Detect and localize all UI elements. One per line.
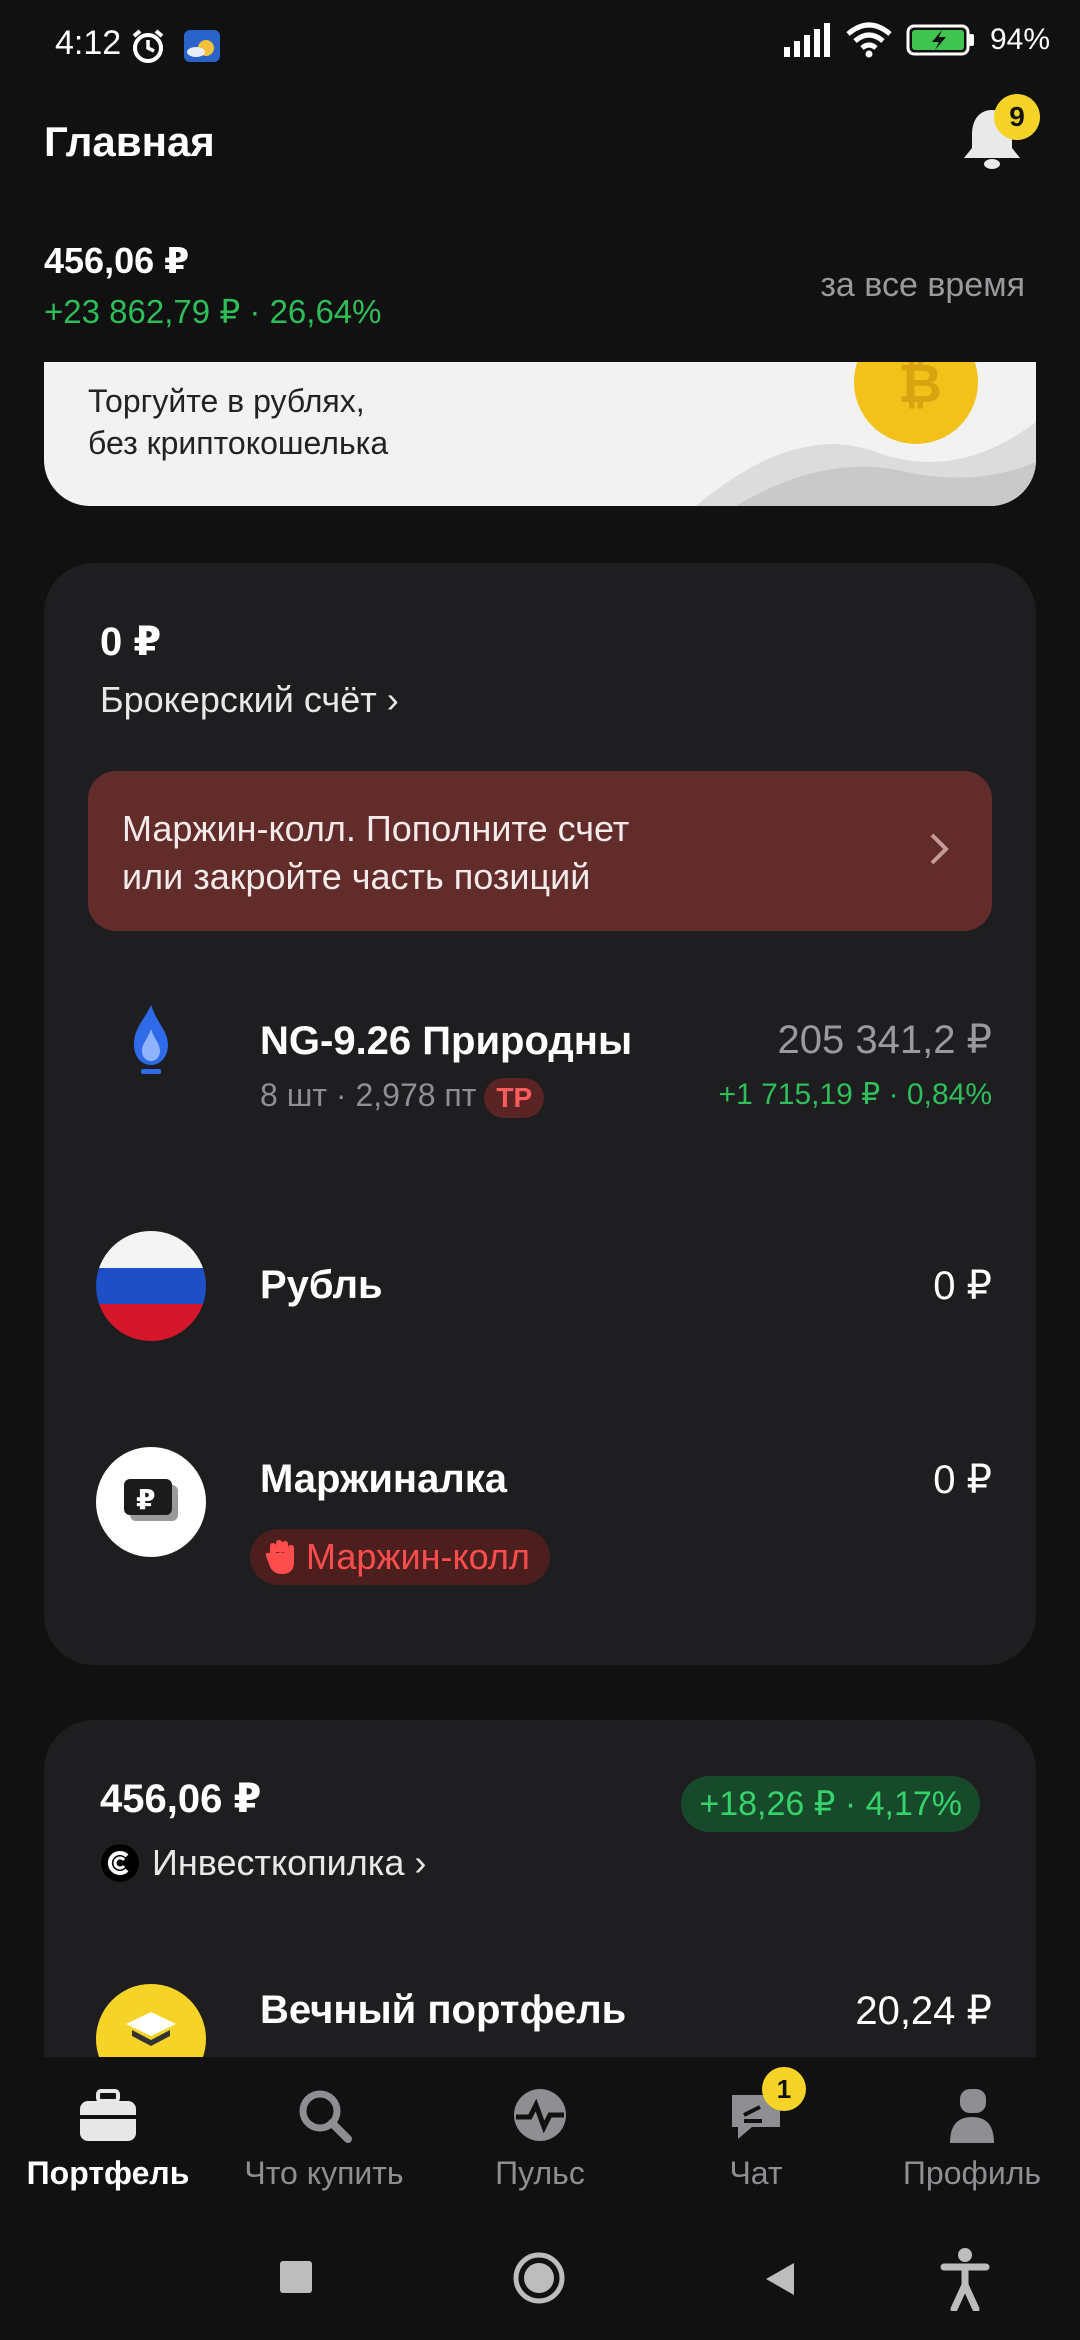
- investkopilka-link[interactable]: Инвесткопилка ›: [100, 1842, 426, 1884]
- ruble-card-icon: ₽: [96, 1447, 206, 1557]
- home-icon[interactable]: [512, 2251, 566, 2305]
- crypto-coin-illustration: ₿: [696, 362, 1036, 506]
- chevron-right-icon: [930, 833, 949, 865]
- chat-badge: 1: [762, 2067, 806, 2111]
- russia-flag-icon: [96, 1231, 206, 1341]
- broker-value: 0 ₽: [100, 620, 162, 664]
- banner-text: Торгуйте в рублях, без криптокошелька: [88, 383, 389, 461]
- signal-icon: [783, 23, 830, 57]
- position-name: Рубль: [260, 1263, 383, 1307]
- accessibility-icon[interactable]: [940, 2247, 990, 2311]
- position-sub: 8 шт · 2,978 пт TP: [260, 1077, 545, 1118]
- profile-icon: [950, 2089, 994, 2143]
- wifi-icon: [846, 22, 892, 58]
- invest-value: 456,06 ₽: [100, 1777, 262, 1821]
- status-left-icons: [128, 26, 222, 66]
- nav-pulse[interactable]: Пульс: [432, 2057, 648, 2217]
- position-change: +1 715,19 ₽ · 0,84%: [718, 1078, 992, 1111]
- invest-change-pill: +18,26 ₽ · 4,17%: [681, 1776, 980, 1832]
- gas-flame-icon: [96, 985, 206, 1095]
- margin-call-alert[interactable]: Маржин-колл. Пополните счет или закройте…: [88, 771, 992, 931]
- eternal-portfolio-value: 20,24 ₽: [855, 1989, 992, 2033]
- eternal-portfolio-name[interactable]: Вечный портфель: [260, 1988, 626, 2033]
- broker-account-card: 0 ₽ Брокерский счёт › Маржин-колл. Попол…: [44, 563, 1036, 1665]
- search-icon: [299, 2090, 352, 2143]
- nav-what-to-buy[interactable]: Что купить: [216, 2057, 432, 2217]
- position-value: 0 ₽: [933, 1264, 992, 1308]
- portfolio-total: 456,06 ₽: [44, 240, 190, 281]
- position-value: 0 ₽: [933, 1458, 992, 1502]
- period-selector[interactable]: за все время: [820, 266, 1025, 305]
- tp-tag: TP: [484, 1077, 545, 1118]
- svg-text:₽: ₽: [136, 1483, 155, 1516]
- status-time: 4:12: [55, 24, 122, 62]
- bottom-nav: Портфель Что купить Пульс 1 Чат Профиль: [0, 2057, 1080, 2217]
- investkopilka-card: 456,06 ₽ +18,26 ₽ · 4,17% Инвесткопилка …: [44, 1720, 1036, 2094]
- notifications-badge: 9: [994, 94, 1040, 140]
- nav-chat[interactable]: 1 Чат: [648, 2057, 864, 2217]
- broker-account-link[interactable]: Брокерский счёт ›: [100, 679, 399, 721]
- kopilka-logo-icon: [101, 1844, 139, 1882]
- weather-icon: [184, 30, 220, 62]
- battery-icon: [906, 24, 974, 56]
- notifications-button[interactable]: 9: [954, 94, 1040, 176]
- margin-call-badge: Маржин-колл: [250, 1529, 550, 1585]
- back-icon[interactable]: [760, 2259, 800, 2299]
- promo-banner[interactable]: Торгуйте в рублях, без криптокошелька ₿: [44, 362, 1036, 506]
- page-title: Главная: [44, 118, 215, 165]
- system-nav-bar: [0, 2217, 1080, 2340]
- pulse-icon: [514, 2089, 566, 2141]
- alarm-icon: [132, 29, 164, 63]
- battery-percent: 94%: [989, 23, 1050, 56]
- nav-portfolio[interactable]: Портфель: [0, 2057, 216, 2217]
- briefcase-icon: [80, 2089, 136, 2141]
- hand-stop-icon: [265, 1540, 294, 1574]
- recents-icon[interactable]: [278, 2259, 314, 2295]
- alert-text: Маржин-колл. Пополните счет или закройте…: [122, 808, 630, 897]
- nav-profile[interactable]: Профиль: [864, 2057, 1080, 2217]
- position-name: Маржиналка: [260, 1457, 507, 1501]
- position-value: 205 341,2 ₽: [777, 1018, 992, 1062]
- position-name: NG-9.26 Природны: [260, 1019, 633, 1063]
- svg-text:₿: ₿: [898, 362, 942, 415]
- status-right-icons: 94%: [782, 22, 1050, 58]
- portfolio-change: +23 862,79 ₽ · 26,64%: [44, 293, 382, 330]
